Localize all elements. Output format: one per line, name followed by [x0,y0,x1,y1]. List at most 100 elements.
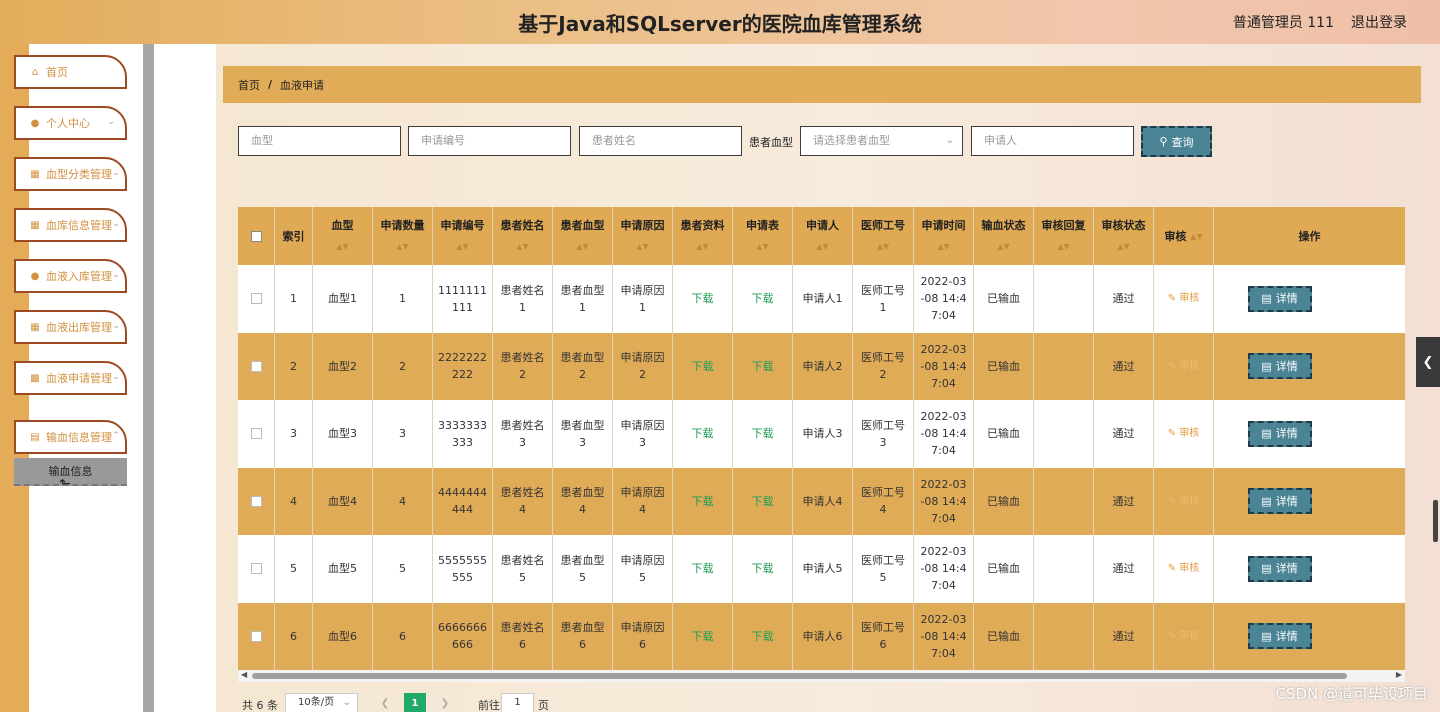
sort-icon[interactable]: ▲▼ [636,238,648,255]
select-all-checkbox[interactable] [250,230,262,242]
scroll-right-icon[interactable]: ▶ [1396,670,1402,679]
col-header-sortable[interactable]: 患者资料 ▲▼ [673,207,733,265]
next-page-button[interactable]: ❯ [434,693,456,712]
audit-cell: ✎ 审核 [1154,602,1214,670]
table-cell: 患者姓名 6 [493,602,553,670]
sort-icon[interactable]: ▲▼ [516,238,528,255]
detail-button[interactable]: ▤ 详情 [1247,555,1312,582]
sidebar-item-blood-bank[interactable]: ▦ 血库信息管理 ⌄ [14,208,127,242]
col-header-sortable[interactable]: 审核 ▲▼ [1154,207,1214,265]
breadcrumb-home[interactable]: 首页 [238,77,260,93]
page-size-select[interactable]: 10条/页 ⌄ [285,693,358,712]
detail-button[interactable]: ▤ 详情 [1247,285,1312,312]
audit-cell: ✎ 审核 [1154,535,1214,603]
sort-icon[interactable]: ▲▼ [997,238,1009,255]
cell-text: 3 [399,427,406,441]
page-vertical-scrollbar[interactable] [1433,500,1438,542]
row-checkbox[interactable] [250,293,262,305]
audit-link[interactable]: ✎ 审核 [1168,628,1200,645]
download-link[interactable]: 下载 [692,493,714,510]
download-link[interactable]: 下载 [692,560,714,577]
download-link[interactable]: 下载 [752,560,774,577]
sort-icon[interactable]: ▲▼ [1057,238,1069,255]
col-header-sortable[interactable]: 申请表 ▲▼ [733,207,793,265]
sidebar-item-blood-out[interactable]: ▦ 血液出库管理 ⌄ [14,310,127,344]
sort-icon[interactable]: ▲▼ [816,238,828,255]
sort-icon[interactable]: ▲▼ [576,238,588,255]
sort-icon[interactable]: ▲▼ [1117,238,1129,255]
audit-link[interactable]: ✎ 审核 [1168,493,1200,510]
sort-icon[interactable]: ▲▼ [456,238,468,255]
col-header-sortable[interactable]: 审核状态 ▲▼ [1094,207,1154,265]
scroll-left-icon[interactable]: ◀ [241,670,247,679]
col-header-sortable[interactable]: 申请时间 ▲▼ [914,207,974,265]
collapse-panel-button[interactable]: ❮ [1416,337,1440,387]
col-header-sortable[interactable]: 申请编号 ▲▼ [433,207,493,265]
col-header-sortable[interactable]: 患者姓名 ▲▼ [493,207,553,265]
sidebar-item-blood-in[interactable]: ● 血液入库管理 ⌄ [14,259,127,293]
blood-type-input[interactable]: 血型 [238,126,401,156]
grid-icon: ▦ [30,321,40,333]
col-header-sortable[interactable]: 审核回复 ▲▼ [1034,207,1094,265]
audit-link[interactable]: ✎ 审核 [1168,425,1200,442]
sort-icon[interactable]: ▲▼ [877,238,889,255]
watermark: CSDN @道可毕设项目 [1275,685,1428,703]
download-link[interactable]: 下载 [752,358,774,375]
audit-link[interactable]: ✎ 审核 [1168,290,1200,307]
audit-link[interactable]: ✎ 审核 [1168,358,1200,375]
download-link[interactable]: 下载 [752,493,774,510]
prev-page-button[interactable]: ❮ [374,693,396,712]
col-header-sortable[interactable]: 申请数量 ▲▼ [373,207,433,265]
row-checkbox[interactable] [250,360,262,372]
col-header-sortable[interactable]: 申请人 ▲▼ [793,207,853,265]
col-header-sortable[interactable]: 血型 ▲▼ [313,207,373,265]
detail-button[interactable]: ▤ 详情 [1247,353,1312,380]
download-link[interactable]: 下载 [692,628,714,645]
sort-icon[interactable]: ▲▼ [937,238,949,255]
sort-icon[interactable]: ▲▼ [396,238,408,255]
patient-blood-select[interactable]: 请选择患者血型 ⌄ [800,126,963,156]
chevron-down-icon: ⌄ [107,117,115,127]
detail-button[interactable]: ▤ 详情 [1247,420,1312,447]
col-header-sortable[interactable]: 患者血型 ▲▼ [553,207,613,265]
row-checkbox[interactable] [250,630,262,642]
audit-link-label: 审核 [1179,293,1200,305]
table-cell [1034,535,1094,603]
sort-icon[interactable]: ▲▼ [336,238,348,255]
sidebar-item-transfusion[interactable]: ▤ 输血信息管理 ⌃ [14,420,127,454]
logout-link[interactable]: 退出登录 [1351,12,1407,32]
apply-no-input[interactable]: 申请编号 [408,126,571,156]
download-link[interactable]: 下载 [752,628,774,645]
col-header-sortable[interactable]: 申请原因 ▲▼ [613,207,673,265]
download-link[interactable]: 下载 [692,290,714,307]
download-link[interactable]: 下载 [752,425,774,442]
sidebar-item-blood-type[interactable]: ▦ 血型分类管理 ⌄ [14,157,127,191]
download-link[interactable]: 下载 [692,358,714,375]
audit-link[interactable]: ✎ 审核 [1168,560,1200,577]
detail-button[interactable]: ▤ 详情 [1247,488,1312,515]
sidebar-item-blood-apply[interactable]: ▩ 血液申请管理 ⌄ [14,361,127,395]
sidebar-item-personal-center[interactable]: ● 个人中心 ⌄ [14,106,127,140]
sort-icon[interactable]: ▲▼ [756,238,768,255]
current-page[interactable]: 1 [404,693,426,712]
audit-cell: ✎ 审核 [1154,400,1214,468]
cell-text: 患者血型 [560,283,605,297]
sort-icon[interactable]: ▲▼ [1190,228,1202,245]
sidebar-scrollbar[interactable] [143,44,154,712]
row-checkbox[interactable] [250,563,262,575]
col-header-sortable[interactable]: 医师工号 ▲▼ [853,207,914,265]
row-checkbox[interactable] [250,495,262,507]
row-checkbox[interactable] [250,428,262,440]
search-button[interactable]: ⚲ 查询 [1141,126,1212,157]
patient-name-input[interactable]: 患者姓名 [579,126,742,156]
applicant-input[interactable]: 申请人 [971,126,1134,156]
scrollbar-thumb[interactable] [252,673,1347,679]
download-link[interactable]: 下载 [692,425,714,442]
col-header-sortable[interactable]: 输血状态 ▲▼ [974,207,1034,265]
sidebar-item-home[interactable]: ⌂ 首页 [14,55,127,89]
sort-icon[interactable]: ▲▼ [696,238,708,255]
table-horizontal-scrollbar[interactable]: ◀ ▶ [238,670,1405,682]
download-link[interactable]: 下载 [752,290,774,307]
detail-button[interactable]: ▤ 详情 [1247,623,1312,650]
goto-page-input[interactable]: 1 [501,693,534,712]
